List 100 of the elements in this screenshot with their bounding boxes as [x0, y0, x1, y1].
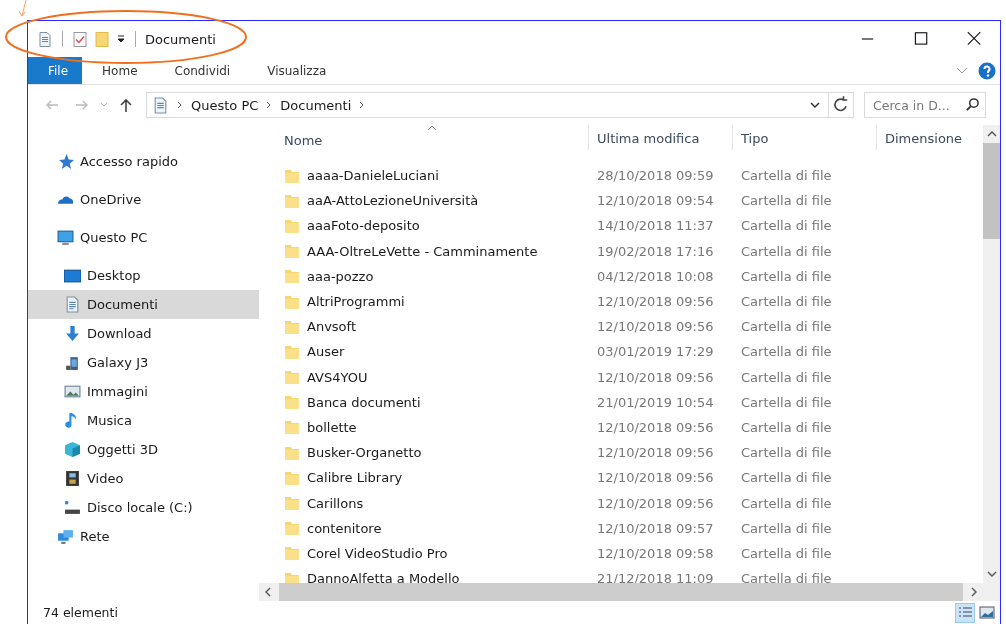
table-cell-text: 19/02/2018 17:16 [596, 243, 715, 259]
sidebar-item[interactable]: Desktop [28, 261, 259, 290]
file-name[interactable]: bollette [307, 419, 357, 435]
column-header[interactable]: Tipo [733, 125, 877, 150]
table-cell-text: 12/10/2018 09:56 [596, 470, 715, 486]
search-icon [965, 97, 980, 112]
file-name[interactable]: AltriProgrammi [307, 294, 405, 310]
table-cell-text: 12/10/2018 09:56 [596, 445, 715, 461]
table-cell-text: 28/10/2018 09:59 [596, 168, 715, 184]
chevron-right-icon[interactable] [266, 101, 273, 109]
table-cell-text: Cartella di file [740, 495, 833, 511]
file-name[interactable]: aaa-pozzo [307, 268, 374, 284]
folder-icon [284, 394, 300, 411]
scroll-down-icon[interactable] [986, 571, 997, 577]
sidebar-item[interactable]: Rete [28, 522, 259, 550]
sidebar-item[interactable]: Oggetti 3D [28, 435, 259, 464]
vertical-scrollbar[interactable] [983, 125, 1000, 583]
file-name[interactable]: Banca documenti [307, 394, 421, 410]
table-cell-text: 14/10/2018 11:37 [596, 218, 715, 234]
table-cell-text: Cartella di file [740, 243, 833, 259]
thumbnail-view-icon[interactable] [978, 603, 996, 622]
table-cell-text: Cartella di file [740, 445, 833, 461]
scroll-left-icon[interactable] [265, 587, 271, 597]
scroll-up-icon[interactable] [986, 131, 997, 137]
file-name[interactable]: aaA-AttoLezioneUniversità [307, 193, 479, 209]
folder-icon [284, 318, 300, 335]
table-cell-text: Cartella di file [740, 394, 833, 410]
ribbon-tab[interactable]: Visualizza [247, 57, 344, 84]
file-name[interactable]: Auser [307, 344, 345, 360]
column-header[interactable]: Dimensione [877, 125, 983, 150]
properties-icon[interactable] [37, 30, 53, 48]
dropdown-icon[interactable] [116, 34, 126, 44]
column-header[interactable]: Ultima modifica [589, 125, 733, 150]
film-icon [64, 470, 81, 487]
item-count: 74 elementi [43, 605, 118, 620]
folder-icon [284, 520, 300, 537]
table-cell-text: Cartella di file [740, 218, 833, 234]
ribbon-tab[interactable]: Condividi [154, 57, 248, 84]
up-arrow-icon[interactable] [118, 97, 134, 113]
sidebar-item[interactable]: Accesso rapido [28, 147, 259, 175]
file-name[interactable]: contenitore [307, 520, 382, 536]
sidebar-item[interactable]: Documenti [28, 290, 259, 319]
search-field[interactable]: Cerca in D... [864, 92, 986, 118]
table-cell-text: Cartella di file [740, 369, 833, 385]
sidebar-item[interactable]: Galaxy J3 [28, 348, 259, 377]
sidebar-item[interactable]: OneDrive [28, 185, 259, 213]
folder-icon [284, 343, 300, 360]
table-cell-text: Cartella di file [740, 294, 833, 310]
table-cell-text: Cartella di file [740, 168, 833, 184]
sidebar-item[interactable]: Musica [28, 406, 259, 435]
checkmark-document-icon[interactable] [72, 30, 88, 48]
table-cell-text: Cartella di file [740, 520, 833, 536]
folder-icon [284, 545, 300, 562]
file-name[interactable]: aaaFoto-deposito [307, 218, 420, 234]
address-bar[interactable]: Questo PC Documenti [146, 92, 854, 118]
download-arrow-icon [64, 325, 81, 342]
help-icon[interactable] [978, 61, 996, 80]
scrollbar-thumb[interactable] [983, 143, 1000, 239]
file-name[interactable]: aaaa-DanieleLuciani [307, 168, 439, 184]
ribbon-tab[interactable]: File [28, 57, 83, 84]
sidebar-item[interactable]: Immagini [28, 377, 259, 406]
file-name[interactable]: Corel VideoStudio Pro [307, 545, 448, 561]
table-cell-text: Cartella di file [740, 344, 833, 360]
table-cell-text: Cartella di file [740, 571, 833, 583]
table-cell-text: Cartella di file [740, 319, 833, 335]
table-cell-text: 12/10/2018 09:54 [596, 193, 715, 209]
folder-icon [284, 293, 300, 310]
chevron-right-icon[interactable] [359, 101, 366, 109]
sidebar-item[interactable]: Video [28, 464, 259, 493]
drive-icon [64, 499, 81, 516]
file-name[interactable]: Busker-Organetto [307, 445, 422, 461]
scroll-right-icon[interactable] [971, 587, 977, 597]
sidebar-item[interactable]: Disco locale (C:) [28, 493, 259, 522]
table-cell-text: Cartella di file [740, 419, 833, 435]
file-name[interactable]: Calibre Library [307, 470, 403, 486]
desktop-icon [64, 267, 81, 284]
folder-icon [284, 243, 300, 260]
phone-icon [64, 354, 81, 371]
breadcrumb[interactable]: Documenti [280, 97, 352, 113]
table-cell-text: 04/12/2018 10:08 [596, 268, 715, 284]
folder-icon [284, 167, 300, 184]
table-cell-text: 21/01/2019 10:54 [596, 394, 715, 410]
breadcrumb[interactable]: Questo PC [191, 97, 259, 113]
file-name[interactable]: AVS4YOU [307, 369, 368, 385]
sidebar-item[interactable]: Download [28, 319, 259, 348]
chevron-right-icon[interactable] [177, 101, 183, 109]
folder-icon [284, 369, 300, 386]
table-cell-text: Cartella di file [740, 268, 833, 284]
file-name[interactable]: Anvsoft [307, 319, 356, 335]
table-cell-text: 12/10/2018 09:57 [596, 520, 715, 536]
file-name[interactable]: DannoAlfetta a Modello [307, 571, 460, 583]
file-name[interactable]: AAA-OltreLeVette - Camminamente [307, 243, 538, 259]
cube-icon [64, 441, 81, 458]
column-header[interactable]: Nome [259, 125, 589, 150]
star-icon [57, 152, 74, 170]
ribbon-tab[interactable]: Home [82, 57, 155, 84]
chevron-down-icon[interactable] [810, 101, 820, 109]
file-name[interactable]: Carillons [307, 495, 364, 511]
sidebar-item[interactable]: Questo PC [28, 223, 259, 251]
image-icon [64, 383, 81, 400]
